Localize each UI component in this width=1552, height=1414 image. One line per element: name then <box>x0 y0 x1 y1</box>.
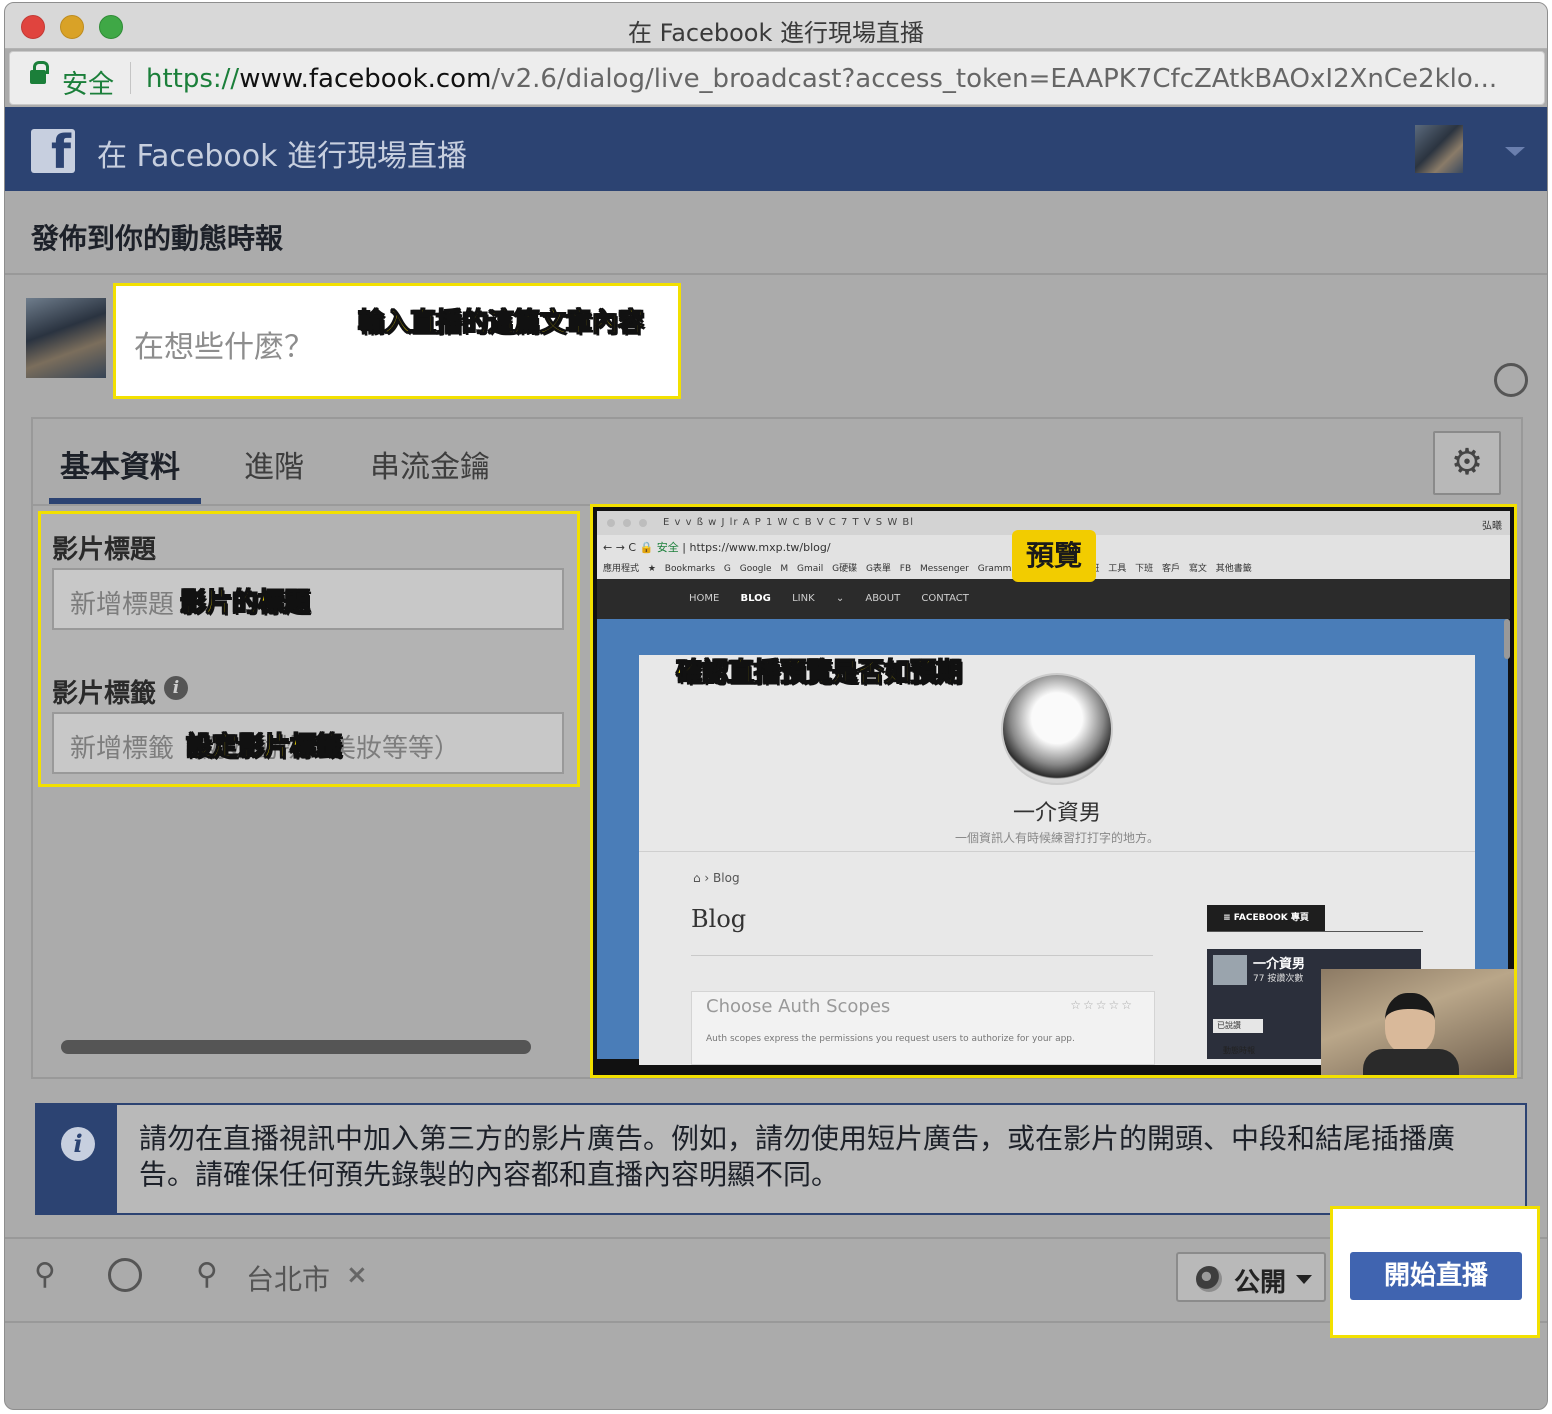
notice-icon-strip: i <box>37 1105 117 1213</box>
preview-url: ← → C 🔒 安全 | https://www.mxp.tw/blog/ <box>603 541 831 554</box>
preview-breadcrumb: ⌂ › Blog <box>693 871 740 885</box>
preview-close-dot <box>607 519 615 527</box>
location-pin-icon[interactable]: ⚲ <box>190 1258 224 1292</box>
preview-site-nav: HOME BLOG LINK ⌄ ABOUT CONTACT <box>597 579 1510 619</box>
address-bar[interactable]: 安全 https://www.facebook.com/v2.6/dialog/… <box>9 51 1545 105</box>
tab-advanced[interactable]: 進階 <box>244 442 304 486</box>
tab-divider <box>33 504 593 506</box>
window-title: 在 Facebook 進行現場直播 <box>627 19 925 47</box>
tab-basic-info[interactable]: 基本資料 <box>60 442 180 486</box>
preview-webcam-face <box>1385 993 1435 1053</box>
url-host: www.facebook.com <box>239 64 492 94</box>
preview-nav-items: HOME BLOG LINK ⌄ ABOUT CONTACT <box>689 593 969 604</box>
location-label: 台北市 <box>246 1263 331 1296</box>
annotation-preview: 確認直播預覽是否如預期 <box>675 658 963 689</box>
preview-post-card: Choose Auth Scopes ☆☆☆☆☆ Auth scopes exp… <box>691 991 1155 1065</box>
facebook-logo-icon: f <box>31 129 75 173</box>
preview-tabs: E v v ß w J lr A P 1 W C B V C 7 T V S W… <box>663 517 915 528</box>
account-avatar[interactable] <box>1415 125 1463 173</box>
preview-fb-page-name: 一介資男 <box>1253 957 1306 972</box>
composer-placeholder: 在想些什麼？ <box>134 330 314 365</box>
preview-zoom-dot <box>639 519 647 527</box>
preview-fb-page-thumb <box>1213 955 1247 985</box>
preview-badge: 預覽 <box>1012 530 1096 582</box>
globe-icon <box>1196 1266 1222 1292</box>
preview-nav-blog: BLOG <box>740 593 771 604</box>
preview-post-title: Choose Auth Scopes <box>706 996 891 1017</box>
video-tags-label: 影片標籤 <box>52 679 157 709</box>
preview-webcam-overlay <box>1321 969 1514 1075</box>
preview-site-tagline: 一個資訊人有時候練習打打字的地方。 <box>954 831 1159 845</box>
annotation-tags: 設定影片標籤 <box>185 732 343 763</box>
facebook-header: f 在 Facebook 進行現場直播 <box>5 107 1547 191</box>
preview-user: 弘曦 <box>1482 521 1502 532</box>
post-destination-header: 發佈到你的動態時報 <box>5 191 1547 275</box>
url-scheme: https:// <box>146 64 240 94</box>
notice-text: 請勿在直播視訊中加入第三方的影片廣告。例如，請勿使用短片廣告，或在影片的開頭、中… <box>139 1122 1456 1191</box>
preview-webcam-shirt <box>1363 1049 1459 1075</box>
tags-info-icon[interactable]: i <box>164 676 188 700</box>
live-preview: E v v ß w J lr A P 1 W C B V C 7 T V S W… <box>590 504 1517 1078</box>
preview-nav-home: HOME <box>689 593 720 604</box>
tag-friends-icon[interactable]: ⚲ <box>28 1258 62 1292</box>
preview-secure: 安全 <box>656 541 679 554</box>
preview-fb-timeline: 動態時報 <box>1223 1046 1255 1055</box>
preview-site-name: 一介資男 <box>1012 801 1101 826</box>
address-divider <box>130 62 131 94</box>
privacy-chevron-down-icon <box>1296 1275 1312 1284</box>
title-bar: 在 Facebook 進行現場直播 <box>5 3 1547 49</box>
gear-icon: ⚙ <box>1450 442 1484 483</box>
go-live-button[interactable]: 開始直播 <box>1350 1252 1522 1300</box>
header-title: 在 Facebook 進行現場直播 <box>97 139 468 174</box>
facebook-logo-glyph: f <box>50 129 71 173</box>
preview-heading-rule <box>691 955 1153 956</box>
annotation-composer: 輸入直播的這篇文章內容 <box>357 308 645 339</box>
privacy-label: 公開 <box>1234 1268 1287 1298</box>
feeling-smiley-icon[interactable] <box>108 1258 142 1292</box>
preview-nav-link: LINK ⌄ <box>792 593 845 604</box>
form-scrollbar[interactable] <box>61 1040 531 1054</box>
secure-label: 安全 <box>62 70 115 100</box>
preview-scrollbar <box>1504 619 1510 659</box>
preview-fb-widget-title: ≡ FACEBOOK 專頁 <box>1207 905 1325 931</box>
preview-card-divider <box>639 851 1475 852</box>
preview-fb-liked-button: 已說讚 <box>1213 1019 1263 1033</box>
url-path: /v2.6/dialog/live_broadcast?access_token… <box>491 64 1498 94</box>
remove-location-close-icon[interactable]: × <box>346 1260 368 1290</box>
preview-site-avatar <box>1001 673 1113 785</box>
user-avatar <box>26 298 106 378</box>
preview-fb-widget-rule <box>1207 931 1423 932</box>
active-tab-indicator <box>49 498 201 504</box>
lock-icon <box>30 61 49 84</box>
post-destination-title: 發佈到你的動態時報 <box>31 222 284 255</box>
video-title-label: 影片標題 <box>52 535 157 565</box>
account-menu-chevron-down-icon[interactable] <box>1505 147 1525 156</box>
preview-bookmarks: 應用程式 ★ Bookmarks G Google M Gmail G硬碟 G表… <box>603 564 1252 574</box>
tab-stream-key[interactable]: 串流金鑰 <box>370 442 490 486</box>
video-title-placeholder: 新增標題 <box>70 590 175 620</box>
annotation-title: 影片的標題 <box>179 588 311 619</box>
settings-gear-button[interactable]: ⚙ <box>1433 431 1501 495</box>
preview-url-text: https://www.mxp.tw/blog/ <box>689 541 831 554</box>
privacy-selector[interactable]: 公開 <box>1176 1252 1326 1302</box>
preview-nav-contact: CONTACT <box>921 593 969 604</box>
preview-post-stars: ☆☆☆☆☆ <box>1070 998 1134 1012</box>
preview-post-excerpt: Auth scopes express the permissions you … <box>706 1034 1075 1044</box>
emoji-picker-smiley-icon[interactable] <box>1494 363 1528 397</box>
status-composer-input[interactable]: 在想些什麼？ <box>113 283 681 399</box>
url-text[interactable]: https://www.facebook.com/v2.6/dialog/liv… <box>146 64 1536 94</box>
ad-policy-notice: i 請勿在直播視訊中加入第三方的影片廣告。例如，請勿使用短片廣告，或在影片的開頭… <box>35 1103 1527 1215</box>
preview-nav-about: ABOUT <box>865 593 901 604</box>
preview-blog-heading: Blog <box>691 905 747 933</box>
info-icon: i <box>61 1127 95 1161</box>
preview-fb-page-likes: 77 按讚次數 <box>1253 974 1304 984</box>
preview-minimize-dot <box>623 519 631 527</box>
